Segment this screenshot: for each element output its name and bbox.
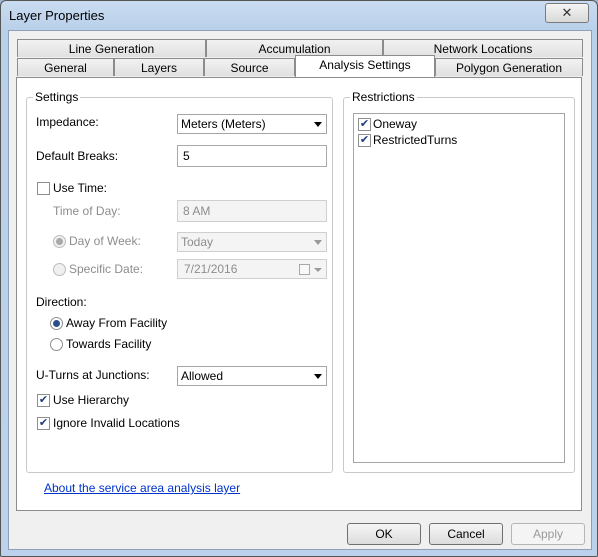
day-of-week-value: Today — [181, 235, 214, 249]
day-of-week-radio[interactable] — [53, 235, 66, 248]
tab-line-generation[interactable]: Line Generation — [17, 39, 206, 57]
use-hierarchy-label: Use Hierarchy — [53, 393, 130, 407]
close-icon: ✕ — [561, 5, 573, 20]
default-breaks-label: Default Breaks: — [36, 149, 119, 163]
chevron-down-icon — [314, 122, 322, 127]
impedance-label: Impedance: — [36, 115, 99, 129]
layer-properties-window: Layer Properties ✕ Line Generation Accum… — [0, 0, 598, 557]
restrictions-group-title: Restrictions — [350, 90, 417, 104]
analysis-settings-page: Settings Impedance: Meters (Meters) Defa… — [16, 77, 582, 511]
restriction-restrictedturns-checkbox[interactable]: ✔ — [358, 134, 371, 147]
time-of-day-label: Time of Day: — [53, 204, 121, 218]
ignore-invalid-label: Ignore Invalid Locations — [53, 416, 180, 430]
tab-polygon-generation[interactable]: Polygon Generation — [435, 58, 583, 76]
default-breaks-input[interactable]: 5 — [177, 145, 327, 167]
checkmark-icon: ✔ — [359, 134, 370, 146]
dialog-client-area: Line Generation Accumulation Network Loc… — [8, 30, 592, 550]
tab-source[interactable]: Source — [204, 58, 295, 76]
use-time-label: Use Time: — [53, 181, 108, 195]
about-service-area-link[interactable]: About the service area analysis layer — [44, 481, 240, 495]
specific-date-picker[interactable]: 7/21/2016 — [177, 259, 327, 279]
uturns-dropdown[interactable]: Allowed — [177, 366, 327, 386]
specific-date-label: Specific Date: — [69, 262, 144, 276]
tab-layers[interactable]: Layers — [114, 58, 204, 76]
settings-group: Settings Impedance: Meters (Meters) Defa… — [26, 90, 333, 473]
restrictions-group: Restrictions ✔ Oneway ✔ RestrictedTurns — [343, 90, 575, 473]
impedance-dropdown[interactable]: Meters (Meters) — [177, 114, 327, 134]
specific-date-value: 7/21/2016 — [184, 262, 238, 276]
checkmark-icon: ✔ — [38, 394, 49, 406]
apply-button[interactable]: Apply — [511, 523, 585, 545]
cancel-button[interactable]: Cancel — [429, 523, 503, 545]
towards-facility-label: Towards Facility — [66, 337, 152, 351]
tab-analysis-settings[interactable]: Analysis Settings — [295, 55, 435, 77]
day-of-week-label: Day of Week: — [69, 234, 141, 248]
direction-label: Direction: — [36, 295, 87, 309]
use-hierarchy-checkbox[interactable]: ✔ — [37, 394, 50, 407]
ok-button[interactable]: OK — [347, 523, 421, 545]
settings-group-title: Settings — [33, 90, 81, 104]
away-from-facility-radio[interactable] — [50, 317, 63, 330]
chevron-down-icon — [314, 240, 322, 245]
restriction-oneway-label: Oneway — [373, 117, 418, 131]
use-time-checkbox[interactable] — [37, 182, 50, 195]
uturns-label: U-Turns at Junctions: — [36, 368, 150, 382]
window-title: Layer Properties — [9, 8, 105, 23]
tab-general[interactable]: General — [17, 58, 114, 76]
ignore-invalid-checkbox[interactable]: ✔ — [37, 417, 50, 430]
restriction-restrictedturns-label: RestrictedTurns — [373, 133, 458, 147]
specific-date-radio[interactable] — [53, 263, 66, 276]
away-from-facility-label: Away From Facility — [66, 316, 168, 330]
checkmark-icon: ✔ — [359, 118, 370, 130]
close-button[interactable]: ✕ — [545, 3, 589, 23]
restriction-oneway-checkbox[interactable]: ✔ — [358, 118, 371, 131]
towards-facility-radio[interactable] — [50, 338, 63, 351]
chevron-down-icon — [314, 374, 322, 379]
restrictions-list[interactable]: ✔ Oneway ✔ RestrictedTurns — [353, 113, 565, 463]
checkmark-icon: ✔ — [38, 417, 49, 429]
uturns-value: Allowed — [181, 369, 224, 383]
day-of-week-dropdown[interactable]: Today — [177, 232, 327, 252]
calendar-icon — [299, 264, 310, 275]
chevron-down-icon — [314, 268, 322, 272]
title-bar[interactable]: Layer Properties ✕ — [1, 1, 597, 31]
impedance-value: Meters (Meters) — [181, 117, 266, 131]
time-of-day-input[interactable]: 8 AM — [177, 200, 327, 222]
